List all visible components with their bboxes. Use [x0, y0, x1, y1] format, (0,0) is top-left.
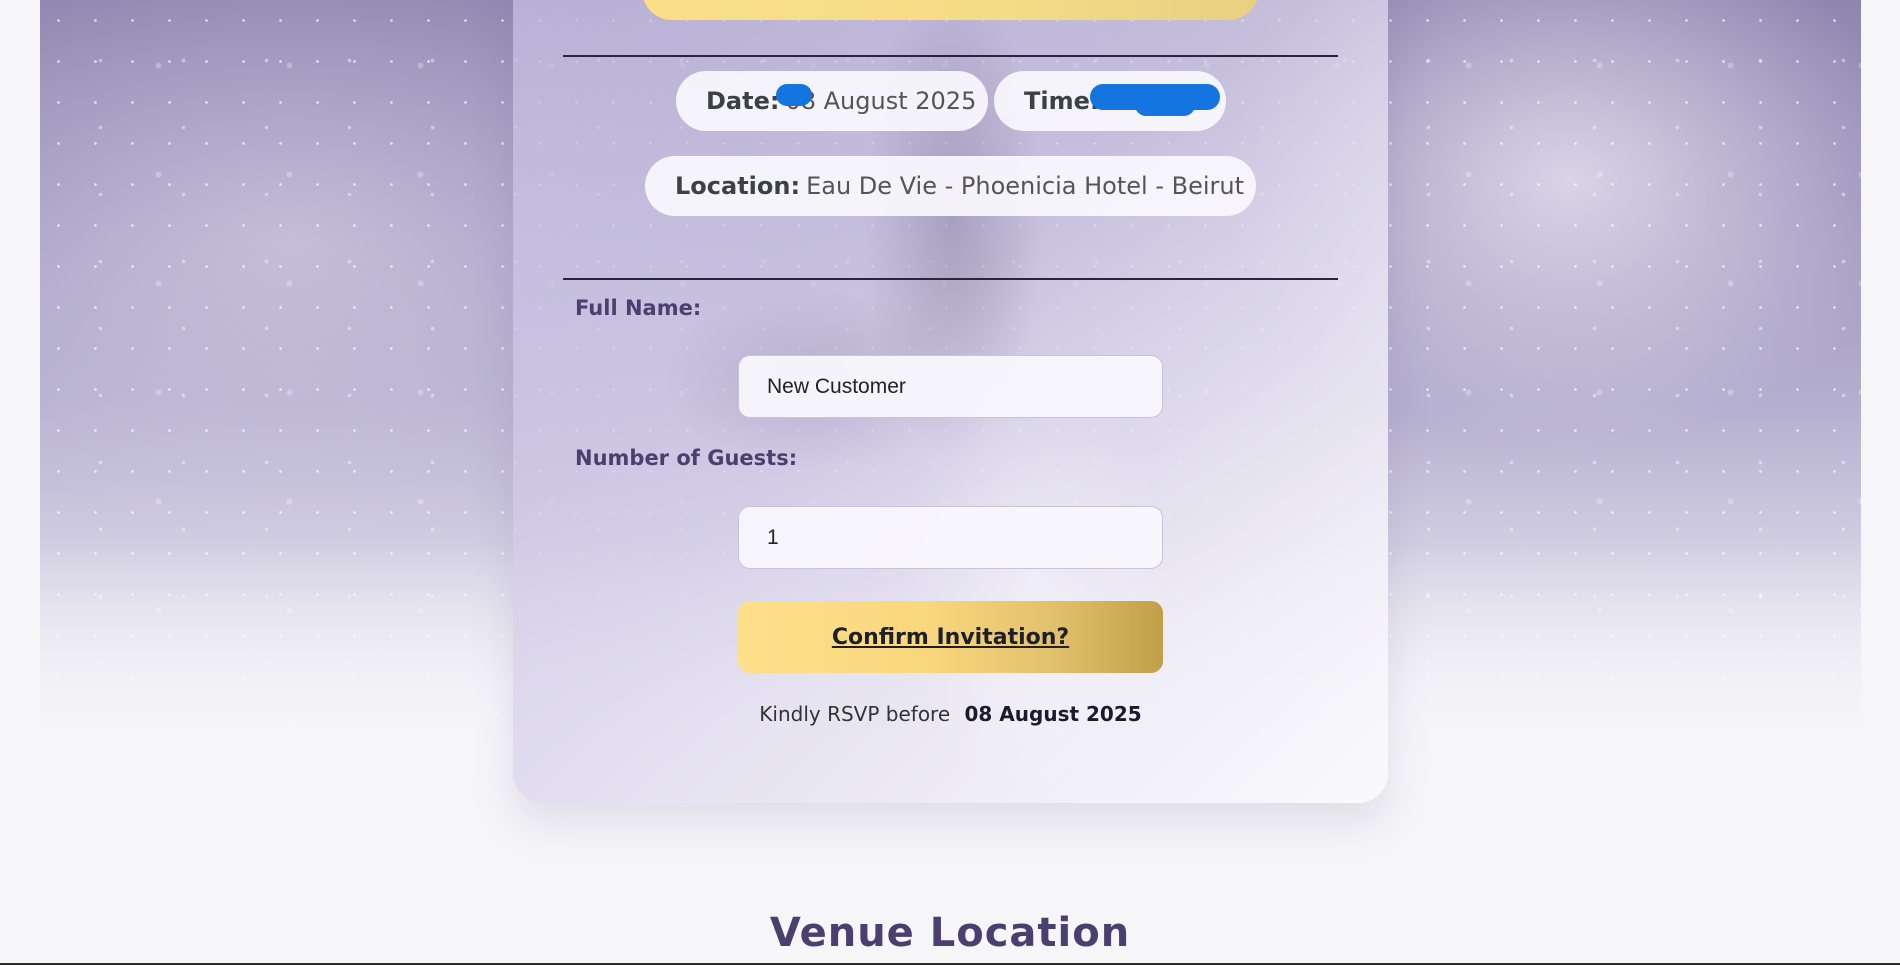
location-pill: Location: Eau De Vie - Phoenicia Hotel -…: [645, 156, 1256, 216]
date-pill: Date: 08 August 2025: [676, 71, 988, 131]
top-gold-banner: [642, 0, 1259, 20]
venue-location-heading: Venue Location: [769, 910, 1131, 956]
time-redaction-mark-2: [1135, 94, 1195, 116]
divider-bottom: [563, 278, 1338, 280]
rsvp-note: Kindly RSVP before 08 August 2025: [513, 702, 1388, 726]
invitation-page: Date: 08 August 2025 Time: 8:00 PM Locat…: [0, 0, 1900, 965]
invitation-card: Date: 08 August 2025 Time: 8:00 PM Locat…: [513, 0, 1388, 803]
confirm-invitation-button[interactable]: Confirm Invitation?: [738, 601, 1163, 673]
time-label: Time:: [1024, 87, 1100, 115]
full-name-label: Full Name:: [575, 296, 702, 320]
guests-input[interactable]: [738, 506, 1163, 569]
rsvp-text: Kindly RSVP before: [759, 702, 951, 726]
location-value: Eau De Vie - Phoenicia Hotel - Beirut: [806, 172, 1244, 200]
location-label: Location:: [675, 172, 801, 200]
date-redaction-mark: [776, 84, 812, 106]
guests-label: Number of Guests:: [575, 446, 798, 470]
date-label: Date:: [706, 87, 780, 115]
full-name-input[interactable]: [738, 355, 1163, 418]
date-value: 08 August 2025: [785, 87, 977, 115]
divider-top: [563, 55, 1338, 57]
rsvp-deadline: 08 August 2025: [964, 702, 1142, 726]
